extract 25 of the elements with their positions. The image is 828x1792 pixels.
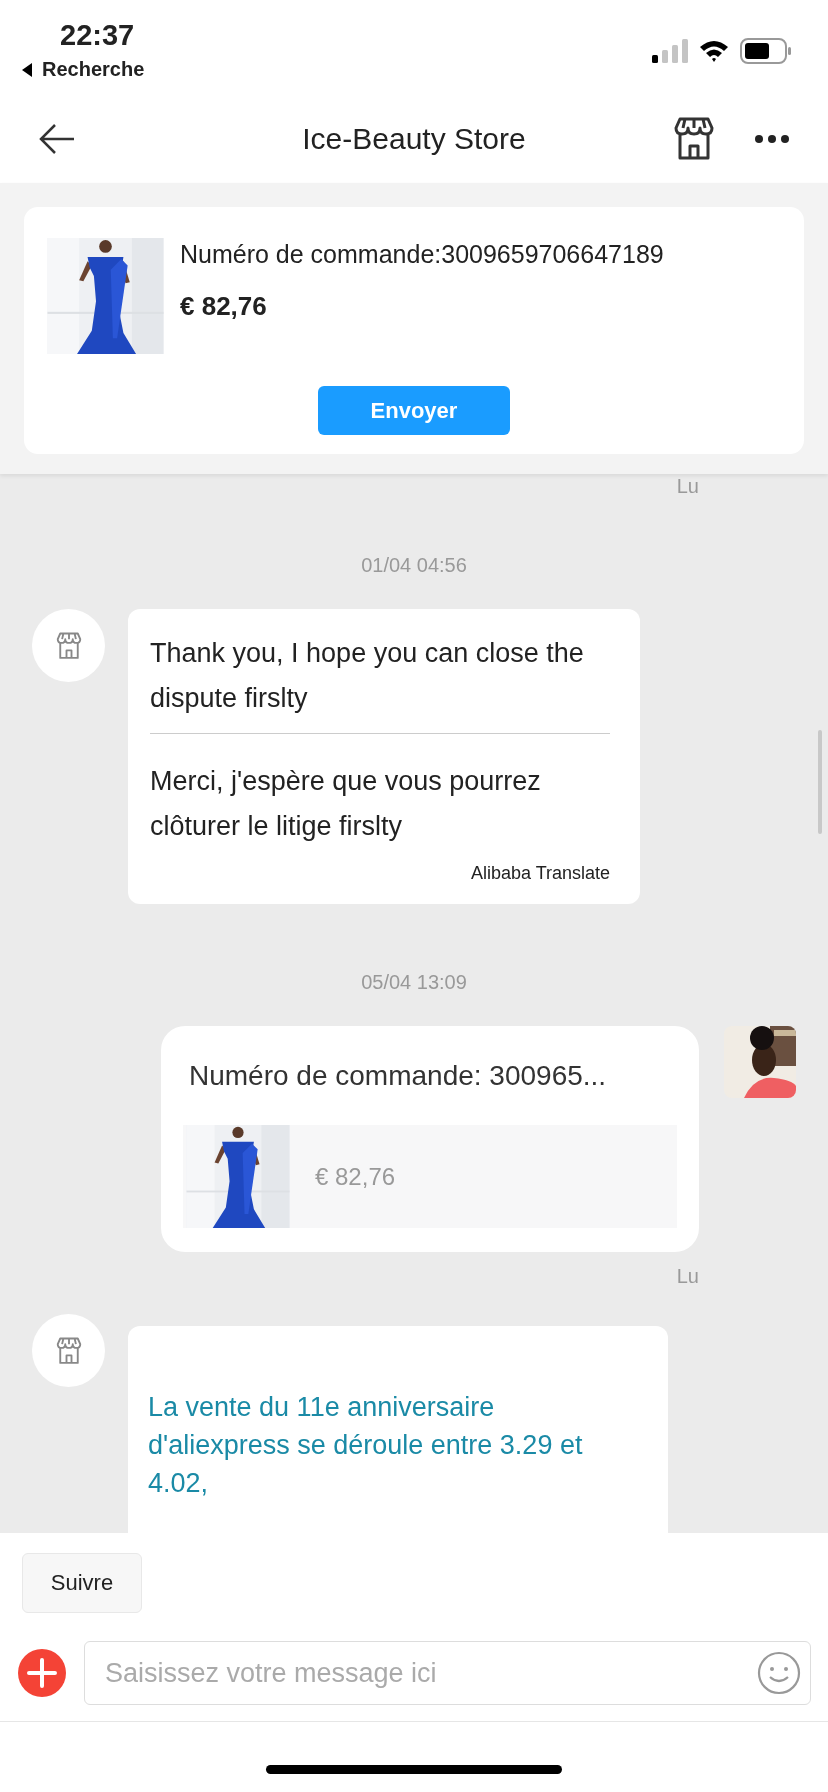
read-receipt: Lu (675, 1264, 699, 1288)
product-price: € 82,76 (315, 1162, 396, 1191)
message-input-field[interactable]: Saisissez votre message ici (84, 1641, 811, 1705)
translation-source: Alibaba Translate (469, 863, 610, 884)
smiley-icon[interactable] (757, 1651, 801, 1695)
message-text: Thank you, I hope you can close the dispute firslty (150, 637, 585, 715)
back-to-app-link[interactable]: Recherche (20, 58, 145, 81)
order-number: Numéro de commande: 300965... (188, 1060, 608, 1092)
follow-button[interactable]: Suivre (22, 1553, 142, 1613)
read-receipt: Lu (675, 474, 699, 498)
promo-link-text[interactable]: La vente du 11e anniversaire d'aliexpress se déroule entre 3.29 et 4.02, (148, 1388, 634, 1502)
clock-time: 22:37 (60, 18, 136, 52)
message-timestamp: 05/04 13:09 (360, 970, 468, 994)
back-arrow-icon[interactable] (38, 123, 76, 155)
more-icon[interactable] (754, 134, 790, 144)
store-title: Ice-Beauty Store (302, 122, 526, 156)
translated-text: Merci, j'espère que vous pourrez clôturer le litige firslty (150, 765, 542, 843)
order-number: Numéro de commande:3009659706647189 (180, 240, 664, 269)
back-triangle-icon (20, 61, 34, 78)
message-timestamp: 01/04 04:56 (360, 553, 468, 577)
wifi-icon (698, 39, 730, 63)
add-icon[interactable] (18, 1649, 66, 1697)
battery-icon (740, 38, 792, 64)
signal-icon (652, 39, 688, 63)
order-price: € 82,76 (180, 291, 268, 322)
